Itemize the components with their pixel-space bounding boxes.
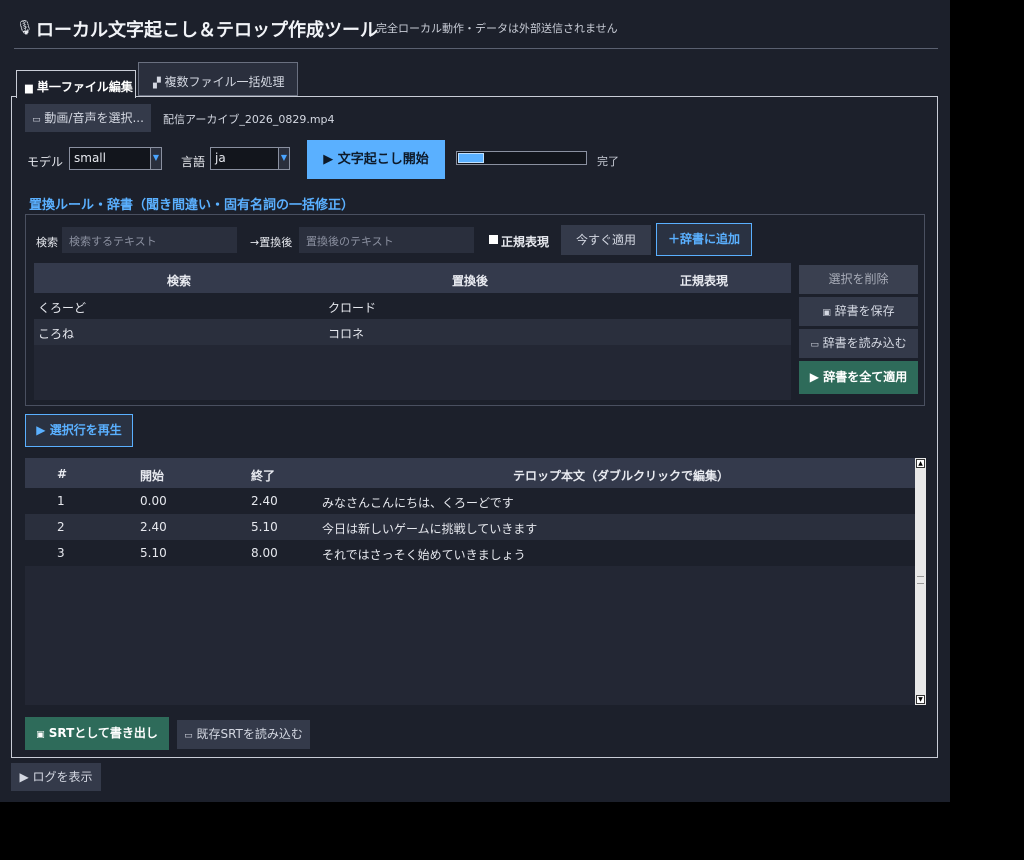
subtitle-scrollbar[interactable]: ▲ ▼ bbox=[915, 458, 926, 705]
subs-col-end: 終了 bbox=[251, 469, 276, 483]
sub-start-cell: 2.40 bbox=[140, 520, 167, 534]
rules-box: 検索 検索するテキスト →置換後 置換後のテキスト 正規表現 今すぐ適用 ＋辞書… bbox=[25, 214, 925, 406]
lang-select-value: ja bbox=[215, 151, 226, 165]
table-row[interactable]: くろーど クロード bbox=[34, 293, 791, 319]
rules-col-replace: 置換後 bbox=[452, 274, 489, 288]
delete-selected-button[interactable]: 選択を削除 bbox=[799, 265, 918, 294]
sub-number-cell: 1 bbox=[57, 494, 65, 508]
model-select-value: small bbox=[74, 151, 106, 165]
model-select[interactable]: small ▼ bbox=[69, 147, 162, 170]
scroll-grip-icon[interactable] bbox=[917, 576, 924, 584]
save-icon: ▣ bbox=[36, 730, 45, 740]
load-dictionary-label: 辞書を読み込む bbox=[822, 336, 907, 350]
regex-label: 正規表現 bbox=[501, 235, 550, 249]
rules-table-header: 検索 置換後 正規表現 bbox=[34, 263, 791, 293]
apply-now-button[interactable]: 今すぐ適用 bbox=[561, 225, 651, 255]
chevron-down-icon: ▼ bbox=[150, 148, 161, 169]
file-name: 配信アーカイブ_2026_0829.mp4 bbox=[163, 113, 335, 126]
open-folder-icon: ▭ bbox=[810, 340, 819, 350]
progress-bar bbox=[456, 151, 587, 165]
save-dictionary-label: 辞書を保存 bbox=[834, 304, 895, 318]
sub-number-cell: 3 bbox=[57, 546, 65, 560]
lang-label: 言語 bbox=[181, 155, 206, 169]
tab-batch-label: 複数ファイル一括処理 bbox=[164, 75, 285, 89]
sub-number-cell: 2 bbox=[57, 520, 65, 534]
sub-end-cell: 5.10 bbox=[251, 520, 278, 534]
export-srt-button[interactable]: ▣ SRTとして書き出し bbox=[25, 717, 169, 750]
folder-icon: ▆ bbox=[25, 83, 33, 94]
start-transcription-button[interactable]: ▶ 文字起こし開始 bbox=[307, 140, 445, 179]
table-row[interactable]: 3 5.10 8.00 それではさっそく始めていきましょう bbox=[25, 540, 915, 566]
play-selected-button[interactable]: ▶ 選択行を再生 bbox=[25, 414, 133, 447]
sub-end-cell: 2.40 bbox=[251, 494, 278, 508]
microphone-icon: 🎙 bbox=[16, 20, 34, 36]
subs-col-text: テロップ本文（ダブルクリックで編集） bbox=[513, 469, 730, 483]
import-srt-button[interactable]: ▭ 既存SRTを読み込む bbox=[177, 720, 310, 749]
load-dictionary-button[interactable]: ▭ 辞書を読み込む bbox=[799, 329, 918, 358]
rule-search-cell: ころね bbox=[38, 327, 75, 341]
export-srt-label: SRTとして書き出し bbox=[48, 726, 158, 740]
progress-fill bbox=[458, 153, 484, 163]
open-folder-icon: ▭ bbox=[184, 731, 193, 741]
table-row[interactable]: 1 0.00 2.40 みなさんこんにちは、くろーどです bbox=[25, 488, 915, 514]
chevron-down-icon: ▼ bbox=[278, 148, 289, 169]
table-row[interactable]: ころね コロネ bbox=[34, 319, 791, 345]
replace-label: →置換後 bbox=[250, 236, 293, 249]
tab-single-file[interactable]: ▆ 単一ファイル編集 bbox=[16, 70, 136, 98]
scroll-down-arrow-icon[interactable]: ▼ bbox=[916, 695, 925, 704]
sub-text-cell: 今日は新しいゲームに挑戦していきます bbox=[322, 522, 538, 536]
regex-checkbox[interactable] bbox=[489, 235, 498, 244]
subs-col-start: 開始 bbox=[140, 469, 165, 483]
rule-search-cell: くろーど bbox=[38, 301, 87, 315]
progress-status: 完了 bbox=[597, 155, 619, 168]
rules-table: 検索 置換後 正規表現 くろーど クロード ころね コロネ bbox=[34, 263, 791, 400]
table-row[interactable]: 2 2.40 5.10 今日は新しいゲームに挑戦していきます bbox=[25, 514, 915, 540]
sub-text-cell: それではさっそく始めていきましょう bbox=[322, 548, 526, 562]
sub-text-cell: みなさんこんにちは、くろーどです bbox=[322, 496, 514, 510]
single-file-panel: ▭ 動画/音声を選択... 配信アーカイブ_2026_0829.mp4 モデル … bbox=[11, 96, 938, 758]
app-window: 🎙 ローカル文字起こし＆テロップ作成ツール 完全ローカル動作・データは外部送信さ… bbox=[0, 0, 950, 802]
model-label: モデル bbox=[27, 155, 64, 169]
import-srt-label: 既存SRTを読み込む bbox=[196, 727, 303, 741]
rules-col-search: 検索 bbox=[167, 274, 192, 288]
save-icon: ▣ bbox=[822, 308, 831, 318]
sub-end-cell: 8.00 bbox=[251, 546, 278, 560]
apply-all-dictionary-button[interactable]: ▶ 辞書を全て適用 bbox=[799, 361, 918, 394]
clapper-icon: ▞ bbox=[153, 78, 161, 89]
file-icon: ▭ bbox=[32, 115, 41, 125]
sub-start-cell: 0.00 bbox=[140, 494, 167, 508]
subs-col-number: # bbox=[57, 467, 68, 481]
rules-section-title: 置換ルール・辞書（聞き間違い・固有名詞の一括修正） bbox=[29, 198, 355, 213]
search-input[interactable]: 検索するテキスト bbox=[62, 227, 237, 253]
replace-input[interactable]: 置換後のテキスト bbox=[299, 227, 474, 253]
rule-replace-cell: コロネ bbox=[328, 327, 365, 341]
sub-start-cell: 5.10 bbox=[140, 546, 167, 560]
rule-replace-cell: クロード bbox=[328, 301, 377, 315]
select-file-button[interactable]: ▭ 動画/音声を選択... bbox=[25, 104, 151, 132]
app-header: 🎙 ローカル文字起こし＆テロップ作成ツール 完全ローカル動作・データは外部送信さ… bbox=[14, 14, 938, 49]
select-file-label: 動画/音声を選択... bbox=[44, 111, 144, 125]
app-subtitle: 完全ローカル動作・データは外部送信されません bbox=[376, 22, 618, 35]
subtitle-table: # 開始 終了 テロップ本文（ダブルクリックで編集） 1 0.00 2.40 み… bbox=[25, 458, 915, 705]
tab-batch[interactable]: ▞ 複数ファイル一括処理 bbox=[138, 62, 298, 96]
show-log-button[interactable]: ▶ ログを表示 bbox=[11, 763, 101, 791]
lang-select[interactable]: ja ▼ bbox=[210, 147, 290, 170]
save-dictionary-button[interactable]: ▣ 辞書を保存 bbox=[799, 297, 918, 326]
add-to-dictionary-button[interactable]: ＋辞書に追加 bbox=[656, 223, 752, 256]
search-label: 検索 bbox=[36, 236, 58, 249]
subtitle-table-header: # 開始 終了 テロップ本文（ダブルクリックで編集） bbox=[25, 458, 915, 488]
tab-single-file-label: 単一ファイル編集 bbox=[36, 80, 133, 94]
app-title: ローカル文字起こし＆テロップ作成ツール bbox=[36, 20, 378, 41]
rules-col-regex: 正規表現 bbox=[680, 274, 729, 288]
scroll-up-arrow-icon[interactable]: ▲ bbox=[916, 459, 925, 468]
